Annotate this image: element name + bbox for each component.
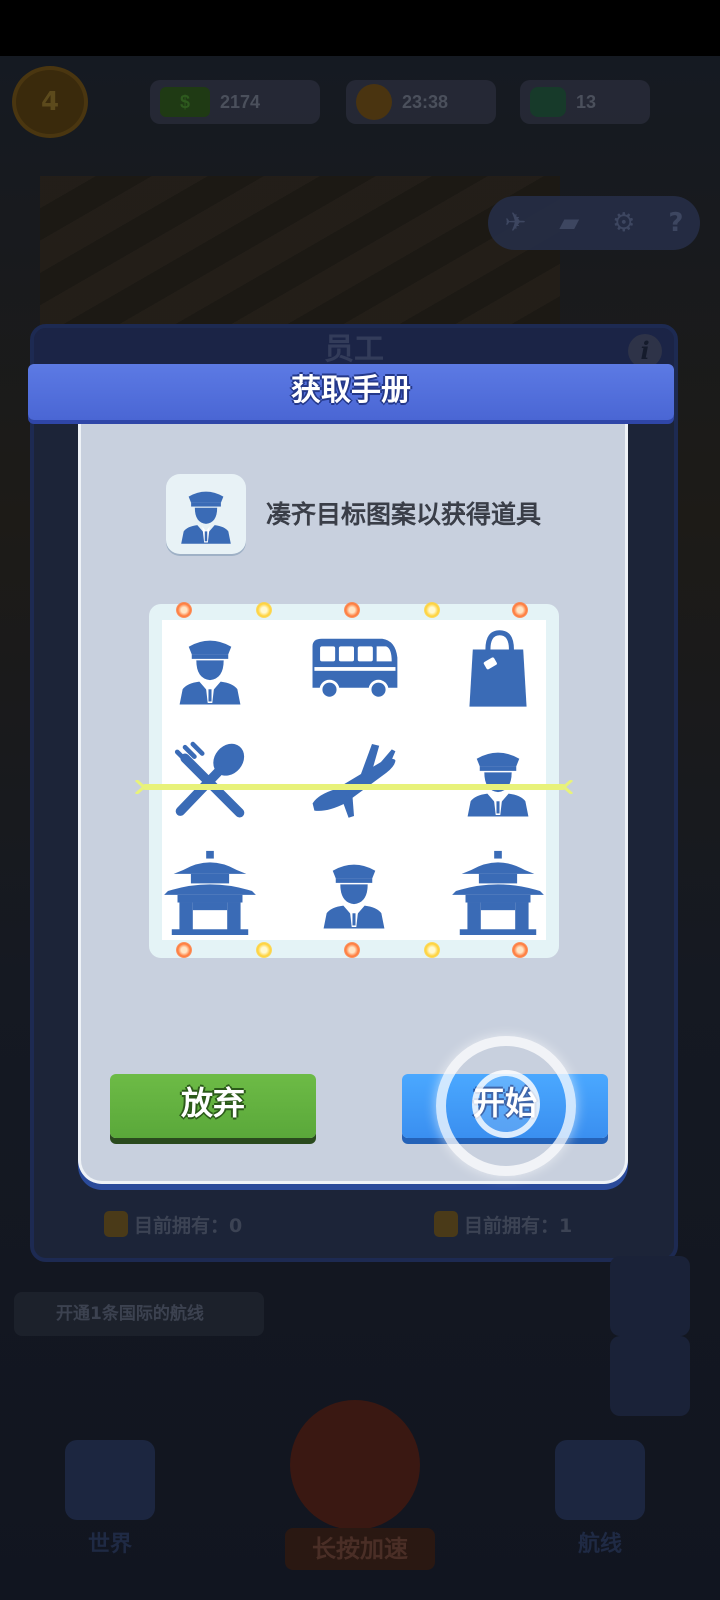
pagoda-icon <box>450 849 546 935</box>
money-value: 2174 <box>220 91 261 112</box>
top-toolbar: ✈ ▰ ⚙ ? <box>488 196 700 250</box>
bottom-nav: 世界 长按加速 航线 <box>0 1380 720 1600</box>
help-icon[interactable]: ? <box>668 208 683 238</box>
status-bar <box>0 0 720 56</box>
timer-counter[interactable]: 23:38 <box>346 80 496 124</box>
pilot-icon <box>316 851 392 933</box>
marquee-bulb <box>344 602 360 618</box>
gem-icon <box>530 87 566 117</box>
marquee-bulb <box>424 602 440 618</box>
pilot-icon <box>172 627 248 709</box>
slot-cell <box>154 842 266 942</box>
slot-cell <box>442 842 554 942</box>
manual-icon <box>104 1211 128 1237</box>
marquee-bulb <box>512 602 528 618</box>
cash-icon: $ <box>160 87 210 117</box>
marquee-bulb <box>424 942 440 958</box>
marquee-bulb <box>344 942 360 958</box>
coin-icon <box>356 84 392 120</box>
bus-icon <box>306 635 402 701</box>
quest-bar[interactable]: 开通1条国际的航线 <box>14 1292 264 1336</box>
map-icon <box>65 1440 155 1520</box>
slot-cell <box>298 618 410 718</box>
gear-icon[interactable]: ⚙ <box>612 208 635 238</box>
player-level-badge[interactable]: 4 <box>12 66 88 138</box>
book-icon[interactable]: ▰ <box>559 208 579 238</box>
target-pattern <box>166 474 246 554</box>
slot-cell <box>442 618 554 718</box>
owned-count-right: 目前拥有：1 <box>434 1210 572 1238</box>
route-icon <box>555 1440 645 1520</box>
abandon-button[interactable]: 放弃 <box>110 1074 316 1138</box>
dialog-title: 获取手册 <box>291 373 411 408</box>
marquee-bulb <box>176 602 192 618</box>
marquee-bulb <box>256 602 272 618</box>
marquee-bulb <box>176 942 192 958</box>
marquee-bulb <box>256 942 272 958</box>
side-button-top[interactable] <box>610 1256 690 1336</box>
instruction-text: 凑齐目标图案以获得道具 <box>266 500 542 529</box>
speed-up-label: 长按加速 <box>285 1528 435 1570</box>
nav-world-button[interactable]: 世界 <box>50 1440 170 1560</box>
manual-icon <box>434 1211 458 1237</box>
start-button[interactable]: 开始 <box>402 1074 608 1138</box>
pagoda-icon <box>162 849 258 935</box>
nav-routes-button[interactable]: 航线 <box>540 1440 660 1560</box>
money-counter[interactable]: $ 2174 <box>150 80 320 124</box>
slot-cell <box>298 842 410 942</box>
timer-value: 23:38 <box>402 91 449 112</box>
pilot-icon <box>175 481 237 547</box>
marquee-bulb <box>512 942 528 958</box>
info-icon[interactable]: i <box>628 334 662 368</box>
plane-tool-icon[interactable]: ✈ <box>504 208 526 238</box>
fast-forward-button[interactable] <box>290 1400 420 1530</box>
player-level: 4 <box>40 87 60 117</box>
slot-cell <box>154 618 266 718</box>
win-line <box>135 780 573 794</box>
shopping-bag-icon <box>464 626 532 710</box>
gem-value: 13 <box>576 91 597 112</box>
gem-counter[interactable]: 13 <box>520 80 650 124</box>
owned-count-left: 目前拥有：0 <box>104 1210 242 1238</box>
